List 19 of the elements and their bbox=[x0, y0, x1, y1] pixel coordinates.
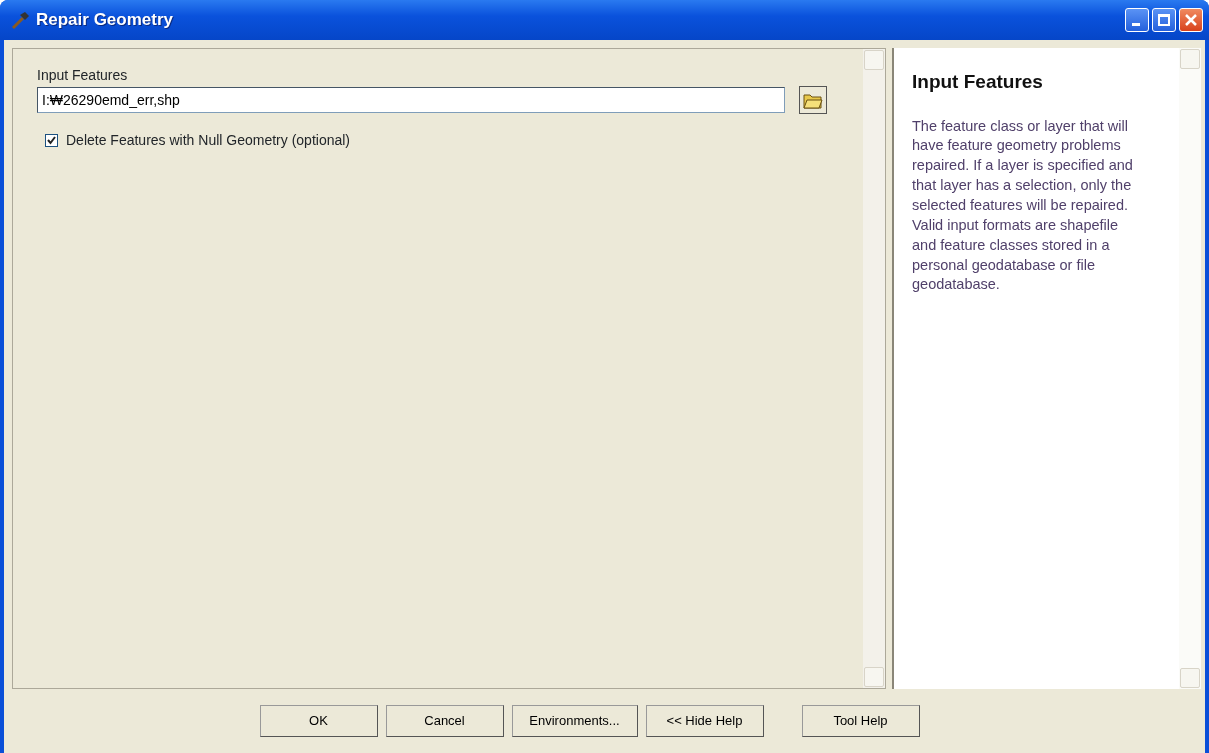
field-label: Input Features bbox=[37, 66, 128, 85]
help-title: Input Features bbox=[912, 70, 1044, 94]
dialog-button[interactable]: Cancel bbox=[385, 705, 504, 737]
close-button[interactable] bbox=[1179, 8, 1203, 32]
checkbox[interactable] bbox=[45, 134, 58, 147]
maximize-button[interactable] bbox=[1152, 8, 1176, 32]
help-text: The feature class or layer that will have feature geometry problems repaired. If a layer is specified and that layer has a selection, only the selected features will be repaired. Valid input formats are shapefile and feature classes stored in a personal geodatabase or file geodatabase. bbox=[912, 116, 1134, 295]
dialog-button[interactable]: Environments... bbox=[511, 705, 638, 737]
dialog-button[interactable]: << Hide Help bbox=[645, 705, 764, 737]
scrollbar[interactable] bbox=[1179, 48, 1201, 689]
hammer-icon bbox=[10, 10, 30, 30]
dialog-button[interactable]: Tool Help bbox=[801, 705, 920, 737]
window-title: Repair Geometry bbox=[36, 9, 173, 32]
input-field[interactable]: I:₩26290emd_err,shp bbox=[37, 87, 785, 113]
minimize-button[interactable] bbox=[1125, 8, 1149, 32]
folder-button[interactable] bbox=[799, 86, 827, 114]
dialog-button[interactable]: OK bbox=[259, 705, 378, 737]
scrollbar[interactable] bbox=[863, 49, 885, 688]
checkbox-label: Delete Features with Null Geometry (optional) bbox=[66, 131, 350, 150]
